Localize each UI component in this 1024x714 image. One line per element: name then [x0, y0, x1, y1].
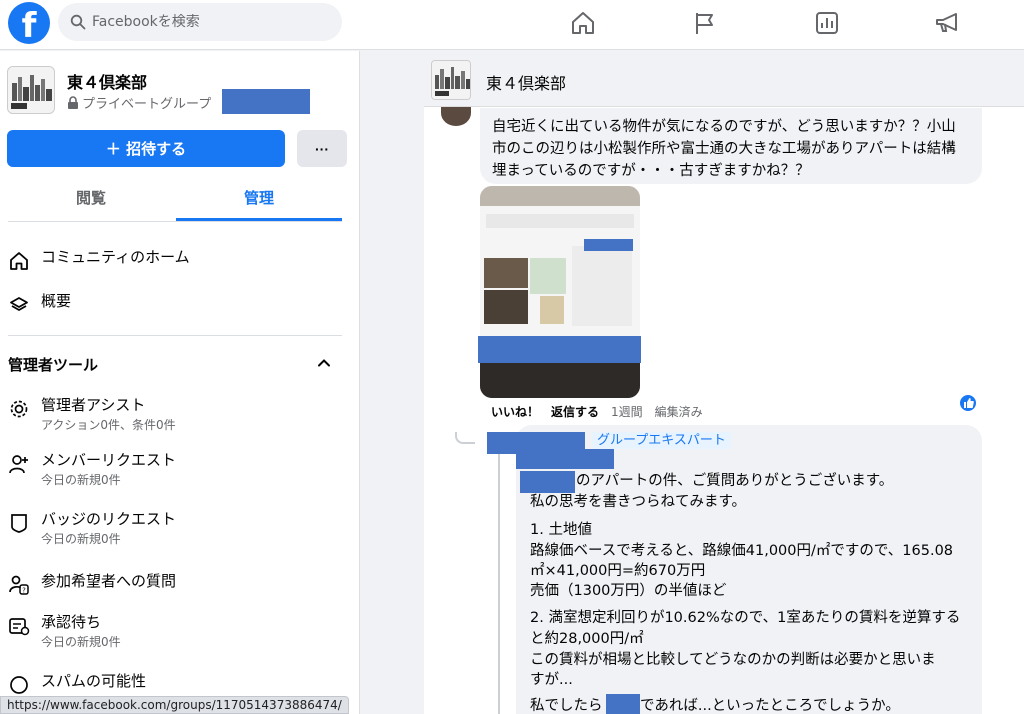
invite-button[interactable]: ＋ 招待する: [7, 130, 285, 167]
reply-line: であれば...といったところでしょうか。: [640, 698, 900, 714]
tab-manage[interactable]: 管理: [176, 183, 342, 221]
sidebar-item-sub: 今日の新規0件: [41, 635, 121, 649]
sidebar-item-label: 承認待ち: [41, 613, 102, 631]
sidebar-item-label: 参加希望者への質問: [41, 572, 177, 590]
sidebar-item-overview[interactable]: 概要: [8, 291, 71, 316]
sidebar-item-admin-assist[interactable]: 管理者アシストアクション0件、条件0件: [8, 395, 176, 433]
post-text: 自宅近くに出ている物件が気になるのですが、どう思いますか？？小山市のこの辺りは小…: [492, 119, 956, 179]
reply-link[interactable]: 返信する: [551, 403, 599, 420]
admin-tools-title: 管理者ツール: [8, 356, 99, 374]
sidebar-item-member-requests[interactable]: メンバーリクエスト今日の新規0件: [8, 450, 176, 488]
redaction-box: [516, 449, 614, 469]
facebook-logo-icon[interactable]: f: [8, 2, 50, 44]
top-bar: f: [0, 0, 1024, 50]
megaphone-icon[interactable]: [933, 8, 963, 38]
sidebar-item-spam[interactable]: スパムの可能性: [8, 671, 146, 696]
group-privacy: プライベートグループ: [67, 93, 211, 112]
redaction-box: [478, 336, 641, 363]
comment-actions: いいね！ 返信する 1週間 編集済み: [491, 403, 703, 420]
timestamp[interactable]: 1週間: [611, 403, 643, 420]
flag-icon[interactable]: [690, 8, 720, 38]
reply-line: 売価（1300万円）の半値ほど: [530, 583, 727, 599]
badge-icon: [8, 512, 30, 534]
thread-connector: [498, 448, 500, 714]
sidebar: 東４倶楽部 プライベートグループ ＋ 招待する ··· 閲覧 管理 コミュニティ…: [0, 51, 360, 714]
group-expert-badge[interactable]: グループエキスパート: [592, 432, 731, 449]
reply-line: 2. 満室想定利回りが10.62%なので、1室あたりの賃料を逆算する: [530, 610, 961, 626]
reply-line: 1. 土地値: [530, 522, 592, 538]
group-name[interactable]: 東４倶楽部: [67, 69, 147, 93]
reply-line: すが...: [530, 672, 573, 688]
status-bar-url: https://www.facebook.com/groups/11705143…: [0, 696, 349, 714]
sidebar-item-label: スパムの可能性: [41, 672, 147, 690]
like-reaction-icon[interactable]: [958, 393, 978, 413]
pending-icon: [8, 615, 30, 637]
question-icon: ?: [8, 574, 30, 596]
chevron-up-icon[interactable]: [314, 353, 334, 373]
search-icon: [70, 14, 86, 30]
layers-icon: [8, 294, 30, 316]
home-icon[interactable]: [568, 8, 598, 38]
reply-line: この賃料が相場と比較してどうなのかの判断は必要かと思いま: [530, 652, 936, 668]
sidebar-item-label: バッジのリクエスト: [41, 510, 177, 528]
chart-icon[interactable]: [812, 8, 842, 38]
sidebar-item-community-home[interactable]: コミュニティのホーム: [8, 247, 190, 272]
reply-line: ㎡×41,000円=約670万円: [530, 563, 706, 579]
search-box[interactable]: [58, 3, 342, 41]
reply-line: 私の思考を書きつらねてみます。: [530, 494, 747, 510]
privacy-label: プライベートグループ: [82, 97, 212, 112]
sidebar-item-pending[interactable]: 承認待ち今日の新規0件: [8, 612, 121, 650]
redaction-box: [606, 694, 640, 714]
lock-icon: [68, 96, 78, 109]
sidebar-item-label: 概要: [41, 292, 72, 310]
edited-label: 編集済み: [654, 405, 703, 419]
more-button[interactable]: ···: [297, 130, 347, 167]
group-thumbnail[interactable]: [7, 66, 55, 114]
reply-line: 路線価ベースで考えると、路線価41,000円/㎡ですので、165.08: [530, 543, 954, 559]
gear-icon: [8, 398, 30, 420]
add-person-icon: [8, 453, 30, 475]
sidebar-item-label: メンバーリクエスト: [41, 451, 177, 469]
sidebar-item-label: 管理者アシスト: [41, 396, 146, 414]
tab-browse[interactable]: 閲覧: [8, 183, 174, 221]
group-header-title[interactable]: 東４倶楽部: [486, 70, 566, 94]
divider: [8, 221, 342, 222]
sidebar-item-label: コミュニティのホーム: [41, 248, 190, 266]
redaction-box: [222, 89, 310, 114]
post-photo[interactable]: [480, 186, 640, 398]
group-header: 東４倶楽部: [424, 55, 1024, 107]
group-thumbnail[interactable]: [431, 60, 471, 100]
reply-line: 私でしたら: [530, 698, 603, 714]
reply-line: のアパートの件、ご質問ありがとうございます。: [576, 473, 894, 489]
spam-icon: [8, 674, 30, 696]
redaction-box: [584, 239, 633, 251]
thread-connector: [455, 432, 475, 444]
home-icon: [8, 250, 30, 272]
sidebar-item-badge-requests[interactable]: バッジのリクエスト今日の新規0件: [8, 509, 176, 547]
divider: [8, 335, 342, 336]
svg-text:?: ?: [22, 587, 26, 595]
search-input[interactable]: [92, 14, 322, 30]
reply-line: と約28,000円/㎡: [530, 631, 644, 647]
post-comment-bubble: 自宅近くに出ている物件が気になるのですが、どう思いますか？？小山市のこの辺りは小…: [480, 108, 982, 184]
sidebar-item-sub: 今日の新規0件: [41, 532, 121, 546]
like-link[interactable]: いいね！: [491, 403, 539, 420]
redaction-box: [520, 471, 575, 493]
sidebar-item-membership-questions[interactable]: ? 参加希望者への質問: [8, 571, 176, 596]
sidebar-item-sub: アクション0件、条件0件: [41, 418, 176, 432]
sidebar-item-sub: 今日の新規0件: [41, 473, 121, 487]
